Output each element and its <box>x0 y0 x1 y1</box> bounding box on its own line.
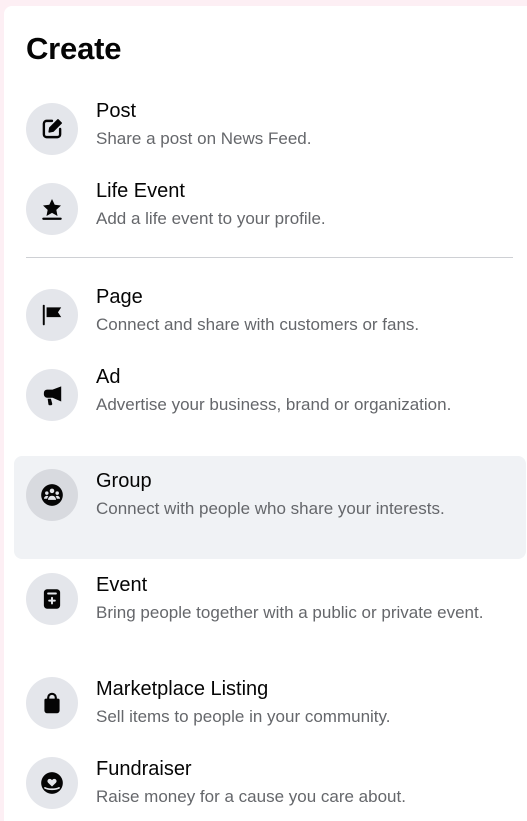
create-fundraiser-item[interactable]: Fundraiser Raise money for a cause you c… <box>14 748 526 821</box>
item-title: Page <box>96 286 143 308</box>
item-title: Event <box>96 574 148 596</box>
create-menu-panel: Create Post Share a post on News Feed. L… <box>4 6 527 821</box>
heart-hand-icon <box>26 757 78 809</box>
flag-icon <box>26 289 78 341</box>
create-life-event-item[interactable]: Life Event Add a life event to your prof… <box>14 170 526 248</box>
item-title: Post <box>96 100 137 122</box>
megaphone-icon <box>26 369 78 421</box>
divider <box>26 257 513 258</box>
item-title: Marketplace Listing <box>96 678 269 700</box>
edit-icon <box>26 103 78 155</box>
item-description: Share a post on News Feed. <box>96 129 312 148</box>
item-description: Raise money for a cause you care about. <box>96 787 406 806</box>
create-page-item[interactable]: Page Connect and share with customers or… <box>14 276 526 354</box>
item-title: Ad <box>96 366 121 388</box>
item-description: Advertise your business, brand or organi… <box>96 395 452 414</box>
item-description: Connect and share with customers or fans… <box>96 315 420 334</box>
item-title: Group <box>96 470 152 492</box>
item-description: Bring people together with a public or p… <box>96 603 484 622</box>
create-ad-item[interactable]: Ad Advertise your business, brand or org… <box>14 356 526 458</box>
item-description: Add a life event to your profile. <box>96 209 326 228</box>
create-marketplace-listing-item[interactable]: Marketplace Listing Sell items to people… <box>14 668 526 746</box>
menu-title: Create <box>26 31 122 66</box>
item-description: Connect with people who share your inter… <box>96 499 445 518</box>
calendar-plus-icon <box>26 573 78 625</box>
item-description: Sell items to people in your community. <box>96 707 391 726</box>
create-post-item[interactable]: Post Share a post on News Feed. <box>14 90 526 168</box>
create-group-item[interactable]: Group Connect with people who share your… <box>14 456 526 559</box>
item-title: Fundraiser <box>96 758 192 780</box>
shopping-bag-icon <box>26 677 78 729</box>
item-title: Life Event <box>96 180 185 202</box>
group-icon <box>26 469 78 521</box>
create-event-item[interactable]: Event Bring people together with a publi… <box>14 564 526 666</box>
star-icon <box>26 183 78 235</box>
